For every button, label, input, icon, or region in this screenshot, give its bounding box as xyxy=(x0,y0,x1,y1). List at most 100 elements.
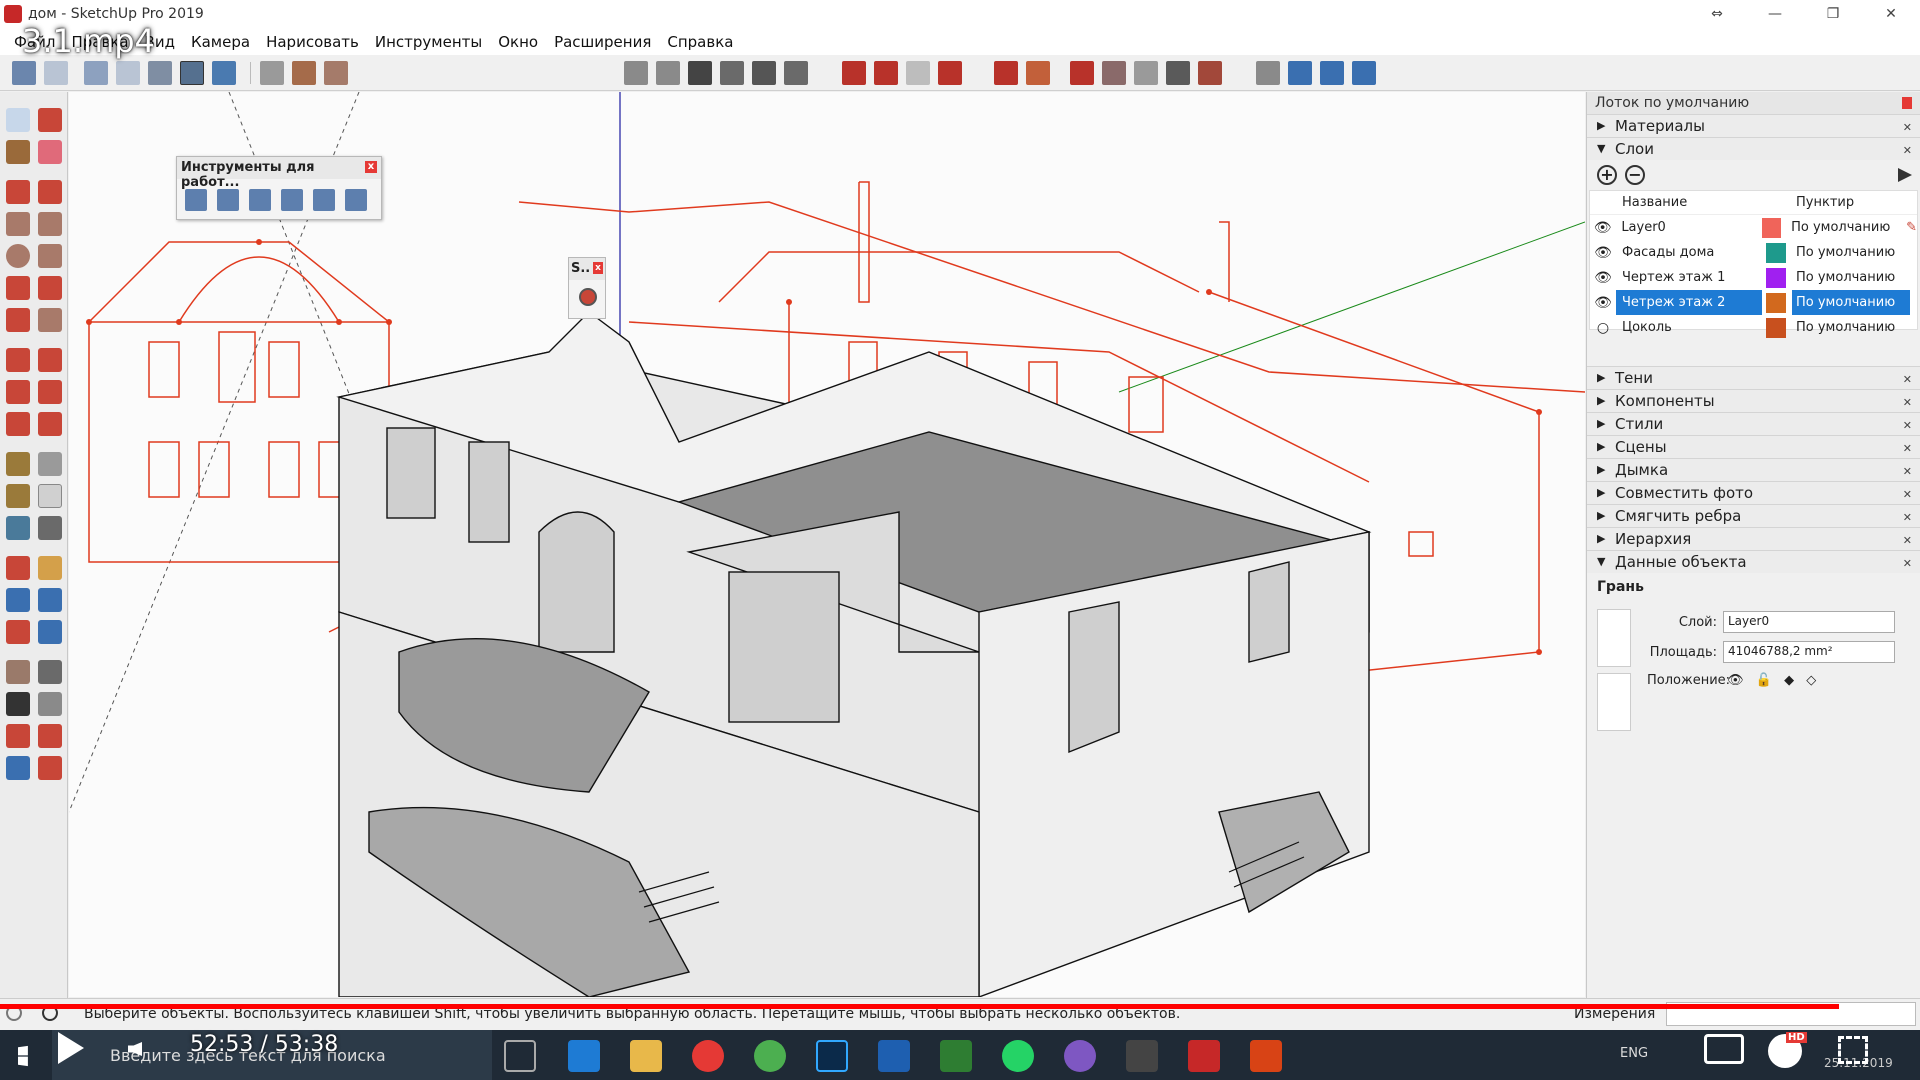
edge-browser-icon[interactable] xyxy=(568,1040,600,1072)
circle-tool-icon[interactable] xyxy=(6,244,30,268)
pie-tool-icon[interactable] xyxy=(38,308,62,332)
orbit-icon[interactable] xyxy=(6,556,30,580)
three-point-arc-icon[interactable] xyxy=(6,308,30,332)
layout-taskbar-icon[interactable] xyxy=(1250,1040,1282,1072)
polygon-tool-icon[interactable] xyxy=(38,244,62,268)
walk-tool-icon[interactable] xyxy=(6,692,30,716)
section-close-icon[interactable]: ✕ xyxy=(1903,488,1912,501)
follow-me-icon[interactable] xyxy=(38,380,62,404)
section-plane-icon[interactable] xyxy=(1352,61,1376,85)
column-dash[interactable]: Пунктир xyxy=(1792,190,1910,215)
section-close-icon[interactable]: ✕ xyxy=(1903,396,1912,409)
yandex-browser-icon[interactable] xyxy=(692,1040,724,1072)
layer-name[interactable]: Цоколь xyxy=(1616,315,1762,340)
menu-draw[interactable]: Нарисовать xyxy=(266,33,359,51)
tray-section-soften-edges[interactable]: ▶ Смягчить ребра ✕ xyxy=(1587,504,1920,527)
protractor-tool-icon[interactable] xyxy=(6,484,30,508)
layer-color-swatch[interactable] xyxy=(1766,292,1786,313)
top-view-icon[interactable] xyxy=(656,61,680,85)
tray-section-styles[interactable]: ▶ Стили ✕ xyxy=(1587,412,1920,435)
look-around-icon[interactable] xyxy=(1320,61,1344,85)
solid-tools-close-icon[interactable]: x xyxy=(365,161,377,173)
layer-name[interactable]: Чертеж этаж 1 xyxy=(1616,265,1762,290)
zoom-extents-icon[interactable] xyxy=(6,620,30,644)
photoshop-icon[interactable] xyxy=(816,1040,848,1072)
text-tool-icon[interactable] xyxy=(38,484,62,508)
video-editor-icon[interactable] xyxy=(1126,1040,1158,1072)
visibility-eye-icon[interactable]: 👁 xyxy=(1590,220,1615,236)
eraser-icon[interactable] xyxy=(38,140,62,164)
maximize-button[interactable]: ❐ xyxy=(1804,0,1862,28)
tape-measure-icon[interactable] xyxy=(6,452,30,476)
front-view-icon[interactable] xyxy=(688,61,712,85)
visibility-toggle-icon[interactable]: 👁 xyxy=(1727,673,1744,688)
share-tool-icon[interactable] xyxy=(6,756,30,780)
tray-section-fog[interactable]: ▶ Дымка ✕ xyxy=(1587,458,1920,481)
tray-section-scenes[interactable]: ▶ Сцены ✕ xyxy=(1587,435,1920,458)
column-name[interactable]: Название xyxy=(1616,190,1762,215)
look-around-tool-icon[interactable] xyxy=(38,660,62,684)
section-close-icon[interactable]: ✕ xyxy=(1903,121,1912,134)
section-close-icon[interactable]: ✕ xyxy=(1903,534,1912,547)
shaded-textures-icon[interactable] xyxy=(180,61,204,85)
section-close-icon[interactable]: ✕ xyxy=(1903,557,1912,570)
tray-section-outliner[interactable]: ▶ Иерархия ✕ xyxy=(1587,527,1920,550)
dimension-tool-icon[interactable] xyxy=(38,452,62,476)
layer-dash[interactable]: По умолчанию xyxy=(1792,290,1910,315)
monochrome-icon[interactable] xyxy=(212,61,236,85)
video-progress-bar[interactable] xyxy=(0,1004,1865,1009)
xray-icon[interactable] xyxy=(12,61,36,85)
add-layer-icon[interactable]: + xyxy=(1597,165,1617,185)
make-component-icon[interactable] xyxy=(38,108,62,132)
smoove-icon[interactable] xyxy=(1070,61,1094,85)
share-model-icon[interactable] xyxy=(874,61,898,85)
small-floating-toolbar[interactable]: S.. x xyxy=(568,257,606,319)
tray-close-icon[interactable] xyxy=(1902,97,1912,109)
layer-color-swatch[interactable] xyxy=(1766,242,1786,263)
position-camera-icon[interactable] xyxy=(1256,61,1280,85)
video-play-icon[interactable] xyxy=(58,1032,88,1066)
previous-view-icon[interactable] xyxy=(38,620,62,644)
tray-section-entity-info[interactable]: ▼ Данные объекта ✕ xyxy=(1587,550,1920,573)
minimize-button[interactable]: — xyxy=(1746,0,1804,28)
drape-icon[interactable] xyxy=(1134,61,1158,85)
layer-name[interactable]: Фасады дома xyxy=(1616,240,1762,265)
axes-icon[interactable] xyxy=(260,61,284,85)
section-close-icon[interactable]: ✕ xyxy=(1903,373,1912,386)
menu-tools[interactable]: Инструменты xyxy=(375,33,482,51)
section-close-icon[interactable]: ✕ xyxy=(1903,465,1912,478)
subtitles-icon[interactable] xyxy=(1704,1034,1744,1064)
two-point-arc-icon[interactable] xyxy=(38,276,62,300)
lock-toggle-icon[interactable]: 🔓 xyxy=(1756,673,1772,688)
receive-shadows-icon[interactable]: ◇ xyxy=(1806,673,1816,688)
layer-row[interactable]: 👁 Фасады дома По умолчанию xyxy=(1590,240,1917,265)
paint-bucket-icon[interactable] xyxy=(6,140,30,164)
layer-dash[interactable]: По умолчанию xyxy=(1792,265,1910,290)
sandbox-from-contours-icon[interactable] xyxy=(994,61,1018,85)
layer-row[interactable]: ○ Цоколь По умолчанию xyxy=(1590,315,1917,340)
rectangle-tool-icon[interactable] xyxy=(6,212,30,236)
flip-edge-icon[interactable] xyxy=(1198,61,1222,85)
remove-layer-icon[interactable]: − xyxy=(1625,165,1645,185)
chrome-icon[interactable] xyxy=(754,1040,786,1072)
tray-section-match-photo[interactable]: ▶ Совместить фото ✕ xyxy=(1587,481,1920,504)
line-tool-icon[interactable] xyxy=(6,180,30,204)
task-view-icon[interactable] xyxy=(504,1040,536,1072)
intersect-icon[interactable] xyxy=(217,189,239,211)
layers-details-icon[interactable] xyxy=(1898,168,1912,182)
drawing-viewport[interactable] xyxy=(69,92,1585,997)
right-view-icon[interactable] xyxy=(720,61,744,85)
offset-tool-icon[interactable] xyxy=(38,412,62,436)
get-models-icon[interactable] xyxy=(842,61,866,85)
trim-icon[interactable] xyxy=(313,189,335,211)
camtasia-icon[interactable] xyxy=(940,1040,972,1072)
outer-shell-icon[interactable] xyxy=(185,189,207,211)
position-camera-tool-icon[interactable] xyxy=(6,660,30,684)
split-icon[interactable] xyxy=(345,189,367,211)
warehouse-tool-icon[interactable] xyxy=(6,724,30,748)
windows-start-icon[interactable] xyxy=(18,1045,28,1067)
section-plane-tool-icon[interactable] xyxy=(38,692,62,716)
add-detail-icon[interactable] xyxy=(1166,61,1190,85)
visibility-off-icon[interactable]: ○ xyxy=(1590,320,1616,336)
whatsapp-icon[interactable] xyxy=(1002,1040,1034,1072)
